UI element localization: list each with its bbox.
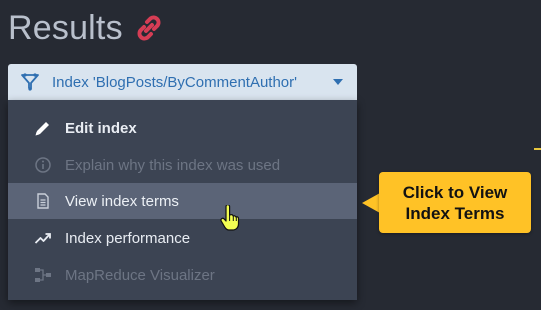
menu-item-label: View index terms: [65, 192, 179, 210]
index-actions-menu: Edit index Explain why this index was us…: [8, 100, 357, 300]
link-icon[interactable]: [133, 12, 165, 44]
info-icon: [34, 156, 52, 174]
callout-line-1: Click to View: [402, 182, 508, 202]
menu-item-label: MapReduce Visualizer: [65, 266, 215, 284]
index-name-label: Index 'BlogPosts/ByCommentAuthor': [52, 73, 298, 91]
index-dropdown-button[interactable]: Index 'BlogPosts/ByCommentAuthor': [8, 64, 357, 100]
pencil-icon: [34, 119, 52, 137]
editor-accent-mark: [534, 148, 541, 150]
results-header: Results: [8, 8, 165, 48]
callout-line-2: Index Terms: [405, 203, 505, 223]
menu-item-mapreduce-visualizer: MapReduce Visualizer: [8, 257, 357, 293]
hand-pointer-icon: [220, 205, 240, 231]
document-icon: [34, 192, 52, 210]
tooltip-callout: Click to View Index Terms: [379, 172, 531, 233]
chevron-down-icon: [333, 79, 343, 85]
menu-item-explain-index: Explain why this index was used: [8, 147, 357, 183]
menu-item-edit-index[interactable]: Edit index: [8, 110, 357, 146]
menu-item-label: Explain why this index was used: [65, 156, 281, 174]
callout-arrow: [362, 193, 380, 213]
mapreduce-icon: [34, 266, 52, 284]
trend-icon: [34, 229, 52, 247]
menu-item-index-performance[interactable]: Index performance: [8, 220, 357, 256]
menu-item-label: Index performance: [65, 229, 191, 247]
page-title: Results: [8, 8, 123, 47]
filter-icon: [20, 72, 40, 92]
menu-item-view-index-terms[interactable]: View index terms: [8, 183, 357, 219]
menu-item-label: Edit index: [65, 119, 137, 137]
